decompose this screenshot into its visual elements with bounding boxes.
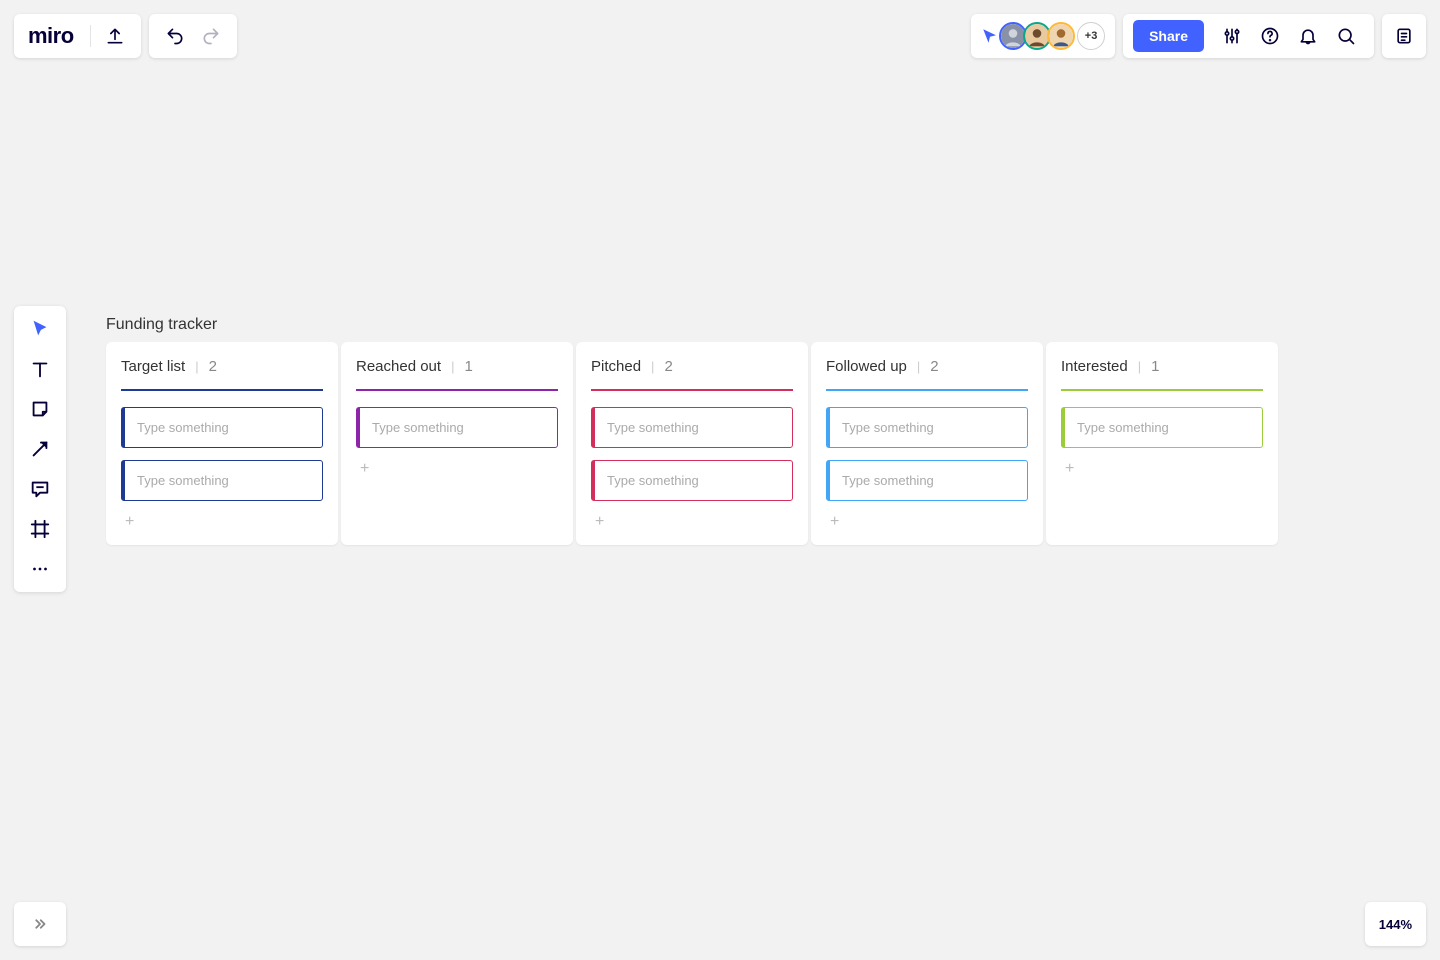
cursor-follow-icon <box>981 27 999 45</box>
kanban-column[interactable]: Followed up | 2 Type something Type somethin… <box>811 342 1043 545</box>
column-separator: | <box>917 359 920 374</box>
notes-icon <box>1394 26 1414 46</box>
add-card-button[interactable]: + <box>591 513 793 531</box>
kanban-card[interactable]: Type something <box>121 460 323 501</box>
actions-group: Share <box>1123 14 1374 58</box>
column-count: 2 <box>209 358 217 375</box>
board-title[interactable]: Funding tracker <box>106 316 217 334</box>
more-icon <box>29 558 51 580</box>
cursor-icon <box>29 318 51 340</box>
column-color-bar <box>826 389 1028 391</box>
export-button[interactable] <box>97 18 133 54</box>
more-tools[interactable] <box>18 550 62 588</box>
column-header[interactable]: Followed up | 2 <box>826 358 1028 375</box>
column-title: Followed up <box>826 358 907 375</box>
kanban-card[interactable]: Type something <box>591 460 793 501</box>
column-separator: | <box>651 359 654 374</box>
redo-icon <box>201 26 221 46</box>
text-icon <box>29 358 51 380</box>
kanban-column[interactable]: Interested | 1 Type something + <box>1046 342 1278 545</box>
notes-panel-button[interactable] <box>1386 18 1422 54</box>
kanban-card[interactable]: Type something <box>591 407 793 448</box>
add-card-button[interactable]: + <box>826 513 1028 531</box>
comment-tool[interactable] <box>18 470 62 508</box>
help-icon <box>1260 26 1280 46</box>
column-title: Reached out <box>356 358 441 375</box>
kanban-card[interactable]: Type something <box>826 407 1028 448</box>
kanban-card[interactable]: Type something <box>826 460 1028 501</box>
main-menu-group: miro <box>14 14 141 58</box>
column-count: 1 <box>464 358 472 375</box>
collaborators-group: +3 <box>971 14 1115 58</box>
settings-button[interactable] <box>1214 18 1250 54</box>
zoom-level[interactable]: 144% <box>1365 902 1426 946</box>
search-button[interactable] <box>1328 18 1364 54</box>
column-color-bar <box>121 389 323 391</box>
sticky-note-tool[interactable] <box>18 390 62 428</box>
column-header[interactable]: Pitched | 2 <box>591 358 793 375</box>
sliders-icon <box>1222 26 1242 46</box>
text-tool[interactable] <box>18 350 62 388</box>
avatar-2-img <box>1025 22 1049 50</box>
sticky-note-icon <box>29 398 51 420</box>
column-title: Target list <box>121 358 185 375</box>
notes-panel-group <box>1382 14 1426 58</box>
kanban-column[interactable]: Target list | 2 Type something Type somethin… <box>106 342 338 545</box>
comment-icon <box>29 478 51 500</box>
kanban-column[interactable]: Reached out | 1 Type something + <box>341 342 573 545</box>
column-color-bar <box>591 389 793 391</box>
arrow-icon <box>29 438 51 460</box>
arrow-tool[interactable] <box>18 430 62 468</box>
bell-icon <box>1298 26 1318 46</box>
frame-icon <box>29 518 51 540</box>
undo-button[interactable] <box>157 18 193 54</box>
undo-icon <box>165 26 185 46</box>
column-count: 1 <box>1151 358 1159 375</box>
column-color-bar <box>356 389 558 391</box>
share-button[interactable]: Share <box>1133 20 1204 52</box>
cursor-follow-button[interactable] <box>981 27 999 45</box>
column-title: Interested <box>1061 358 1128 375</box>
miro-logo[interactable]: miro <box>22 23 84 49</box>
column-header[interactable]: Interested | 1 <box>1061 358 1263 375</box>
column-header[interactable]: Target list | 2 <box>121 358 323 375</box>
column-color-bar <box>1061 389 1263 391</box>
notifications-button[interactable] <box>1290 18 1326 54</box>
column-separator: | <box>451 359 454 374</box>
frame-tool[interactable] <box>18 510 62 548</box>
select-tool[interactable] <box>18 310 62 348</box>
search-icon <box>1336 26 1356 46</box>
avatar-1-img <box>1001 22 1025 50</box>
add-card-button[interactable]: + <box>1061 460 1263 478</box>
kanban-board[interactable]: Target list | 2 Type something Type somethin… <box>106 342 1278 545</box>
avatar-3-img <box>1049 22 1073 50</box>
kanban-card[interactable]: Type something <box>1061 407 1263 448</box>
avatar-3[interactable] <box>1047 22 1075 50</box>
collapse-button[interactable] <box>14 902 66 946</box>
column-count: 2 <box>930 358 938 375</box>
column-header[interactable]: Reached out | 1 <box>356 358 558 375</box>
chevrons-right-icon <box>31 915 49 933</box>
column-title: Pitched <box>591 358 641 375</box>
help-button[interactable] <box>1252 18 1288 54</box>
avatar-overflow[interactable]: +3 <box>1077 22 1105 50</box>
tools-toolbar <box>14 306 66 592</box>
column-count: 2 <box>664 358 672 375</box>
divider <box>90 25 91 47</box>
kanban-card[interactable]: Type something <box>121 407 323 448</box>
redo-button[interactable] <box>193 18 229 54</box>
kanban-card[interactable]: Type something <box>356 407 558 448</box>
history-group <box>149 14 237 58</box>
column-separator: | <box>195 359 198 374</box>
kanban-column[interactable]: Pitched | 2 Type something Type something + <box>576 342 808 545</box>
export-icon <box>105 26 125 46</box>
zoom-value: 144% <box>1379 917 1412 932</box>
add-card-button[interactable]: + <box>121 513 323 531</box>
add-card-button[interactable]: + <box>356 460 558 478</box>
column-separator: | <box>1138 359 1141 374</box>
